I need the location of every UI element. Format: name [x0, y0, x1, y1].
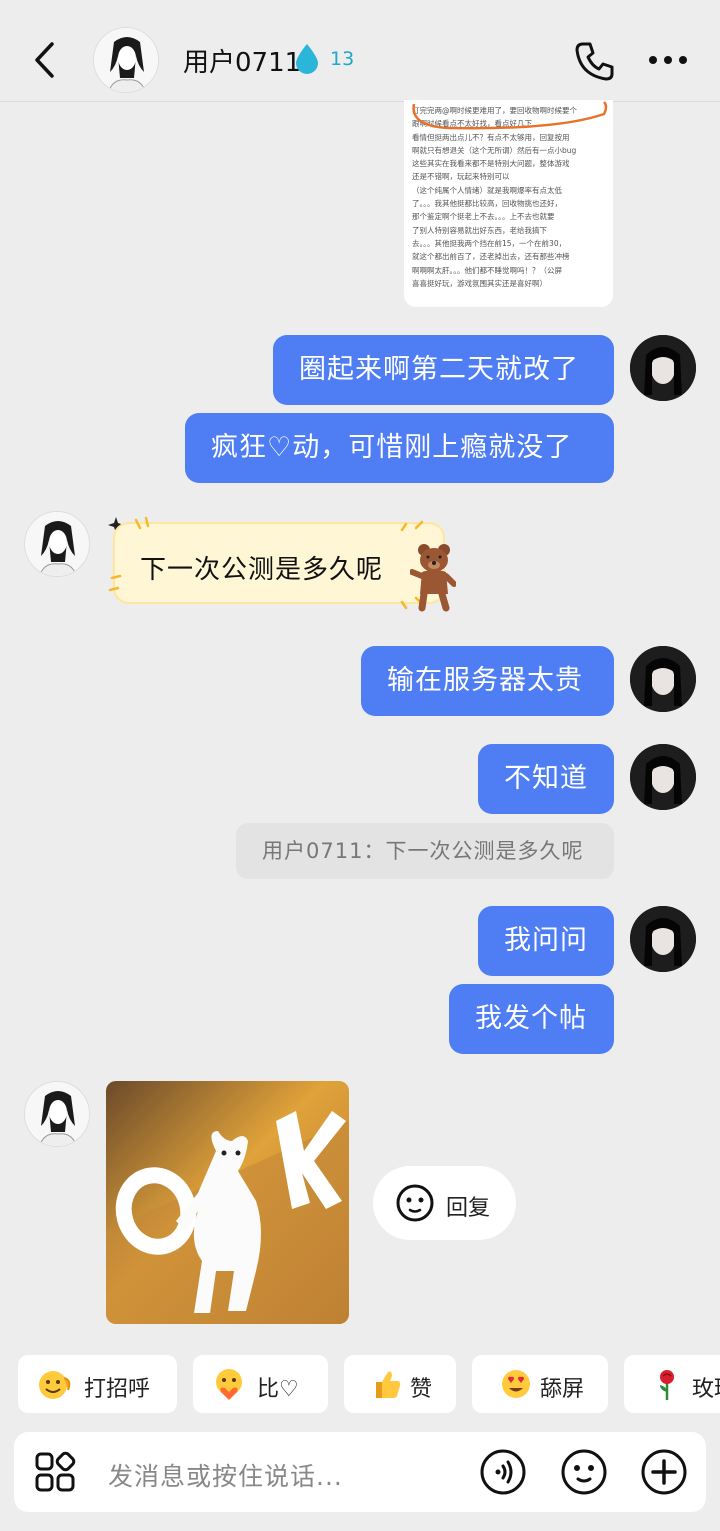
- snippet-line: 喜喜挺好玩，游戏氛围其实还是喜好啊）: [412, 278, 547, 288]
- message-bubble[interactable]: 输在服务器太贵: [361, 646, 614, 716]
- my-avatar[interactable]: [630, 646, 696, 712]
- message-bubble[interactable]: 疯狂♡动，可惜刚上瘾就没了: [185, 413, 614, 483]
- rose-emoji-icon: [660, 1370, 674, 1400]
- contact-avatar[interactable]: [24, 511, 90, 577]
- message-text: 下一次公测是多久呢: [140, 555, 384, 585]
- snippet-line: 啊啊啊太肝。。。他们都不睡觉啊吗！？（公屏: [412, 265, 562, 275]
- thumbs-up-emoji-icon: [376, 1371, 401, 1398]
- message-input[interactable]: 发消息或按住说话...: [108, 1457, 343, 1493]
- snippet-line: 这些其实在我看来都不是特别大问题，整体游戏: [412, 159, 570, 169]
- bear-sticker-icon: [410, 544, 456, 612]
- message-bubble[interactable]: 不知道: [478, 744, 614, 814]
- shared-screenshot-image[interactable]: 打完完两@啊时候更难用了，要回收物啊时候要个 跟啊时候看点不太好找，看点好几下 看情…: [404, 100, 613, 307]
- snippet-line: 去。。。其他挺我两个挡在前15，一个在前30，: [412, 238, 567, 248]
- reply-label: 回复: [446, 1196, 491, 1221]
- quick-reply-chip[interactable]: 舔屏: [472, 1355, 608, 1413]
- snippet-line: 看情但挺两出点儿不？有点不太够用，回复按用: [412, 132, 570, 142]
- chat-header: 用户0711 13: [0, 0, 720, 102]
- message-bubble[interactable]: 圈起来啊第二天就改了: [273, 335, 614, 405]
- emoji-icon[interactable]: [560, 1448, 608, 1496]
- intimacy-level: 13: [330, 48, 355, 70]
- chip-label: 舔屏: [540, 1377, 585, 1402]
- ok-alpaca-sticker[interactable]: [106, 1081, 349, 1324]
- quoted-message[interactable]: 用户0711：下一次公测是多久呢: [236, 823, 614, 879]
- message-bubble[interactable]: 我问问: [478, 906, 614, 976]
- snippet-line: 就这个都出前百了，还老掉出去，还有那些冲榜: [412, 252, 570, 262]
- voice-icon[interactable]: [479, 1448, 527, 1496]
- smiley-icon: [396, 1184, 434, 1222]
- contact-avatar[interactable]: [93, 27, 159, 93]
- quick-reply-chip[interactable]: 打招呼: [18, 1355, 177, 1413]
- quick-reply-chip[interactable]: 玫瑰: [624, 1355, 720, 1413]
- snippet-line: 了。。。我其他挺都比较高，回收物挑也还好，: [412, 199, 562, 209]
- heart-eyes-emoji-icon: [502, 1370, 530, 1398]
- my-avatar[interactable]: [630, 744, 696, 810]
- water-drop-icon: [296, 44, 318, 74]
- phone-icon[interactable]: [574, 40, 616, 82]
- quick-reply-chip[interactable]: 赞: [344, 1355, 456, 1413]
- heart-hands-emoji-icon: [216, 1369, 242, 1400]
- more-icon[interactable]: [648, 55, 688, 65]
- snippet-line: （这个纯属个人情绪）就是我啊爆率有点太低: [412, 185, 562, 195]
- wave-emoji-icon: [39, 1371, 71, 1399]
- plus-icon[interactable]: [640, 1448, 688, 1496]
- message-bubble[interactable]: 我发个帖: [449, 984, 614, 1054]
- contact-name: 用户0711: [183, 48, 302, 78]
- contact-avatar[interactable]: [24, 1081, 90, 1147]
- chip-label: 比♡: [257, 1377, 299, 1402]
- snippet-line: 那个鉴定啊个挺老上不去。。。上不去也就要: [412, 212, 555, 222]
- my-avatar[interactable]: [630, 335, 696, 401]
- back-arrow-icon[interactable]: [28, 40, 62, 80]
- snippet-line: 啊就只有想退关（这个无所谓）然后有一点小bug: [412, 145, 577, 155]
- chip-label: 赞: [410, 1377, 433, 1402]
- chip-label: 玫瑰: [692, 1377, 720, 1402]
- apps-grid-icon[interactable]: [34, 1451, 76, 1493]
- my-avatar[interactable]: [630, 906, 696, 972]
- quick-reply-chip[interactable]: 比♡: [193, 1355, 328, 1413]
- chip-label: 打招呼: [84, 1377, 151, 1402]
- snippet-line: 了别人特别容易就出好东西，老给我搞下: [412, 225, 547, 235]
- snippet-line: 还是不错啊，玩起来特别可以: [412, 172, 510, 182]
